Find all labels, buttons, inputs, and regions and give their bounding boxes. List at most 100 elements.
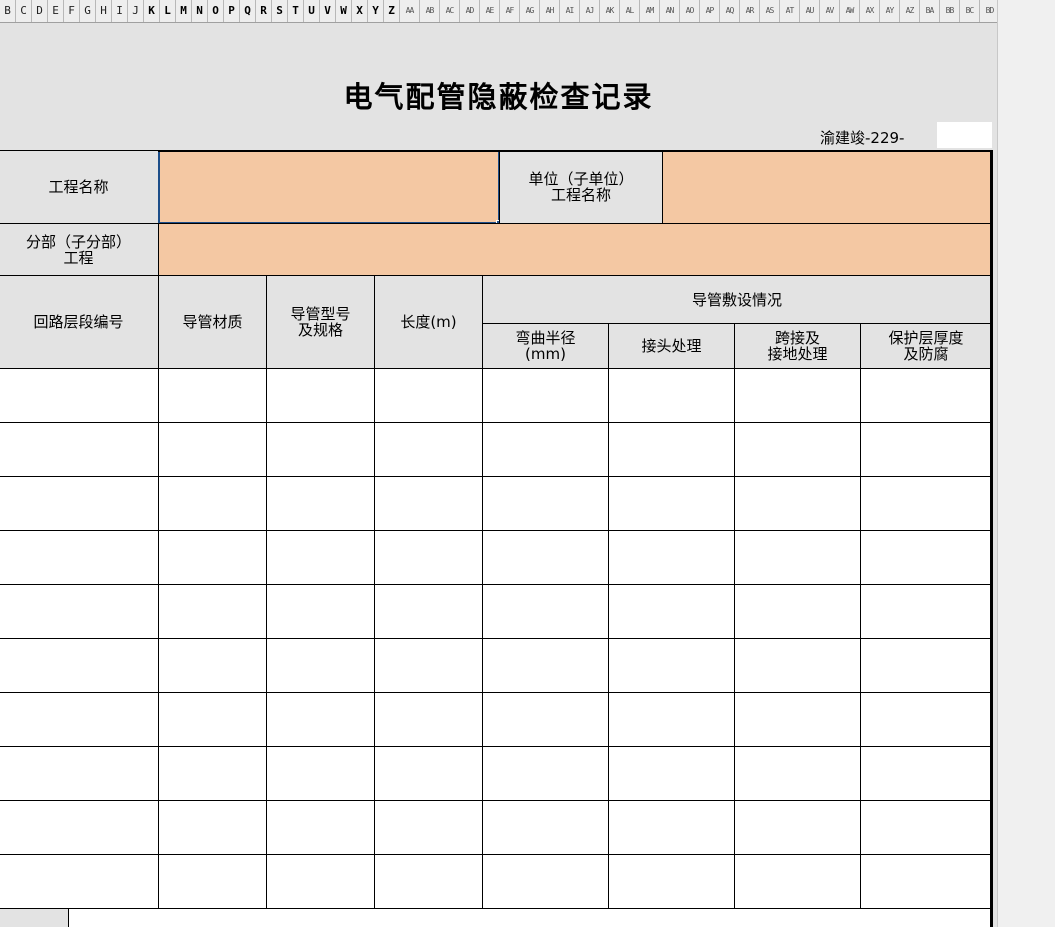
column-header-bd[interactable]: BD: [980, 0, 997, 22]
signature-cell[interactable]: [68, 908, 992, 927]
table-cell[interactable]: [482, 854, 609, 909]
column-header-k[interactable]: K: [144, 0, 160, 22]
column-header-u[interactable]: U: [304, 0, 320, 22]
table-cell[interactable]: [734, 692, 861, 747]
table-cell[interactable]: [0, 584, 159, 639]
table-cell[interactable]: [374, 476, 483, 531]
table-cell[interactable]: [608, 638, 735, 693]
column-header-aw[interactable]: AW: [840, 0, 860, 22]
table-cell[interactable]: [158, 584, 267, 639]
column-header-n[interactable]: N: [192, 0, 208, 22]
table-cell[interactable]: [860, 476, 992, 531]
column-header-c[interactable]: C: [16, 0, 32, 22]
table-cell[interactable]: [734, 854, 861, 909]
column-header-ag[interactable]: AG: [520, 0, 540, 22]
table-cell[interactable]: [158, 800, 267, 855]
table-cell[interactable]: [482, 368, 609, 423]
table-cell[interactable]: [734, 584, 861, 639]
table-cell[interactable]: [734, 530, 861, 585]
table-cell[interactable]: [608, 476, 735, 531]
column-header-f[interactable]: F: [64, 0, 80, 22]
table-cell[interactable]: [266, 638, 375, 693]
table-cell[interactable]: [482, 800, 609, 855]
table-cell[interactable]: [158, 422, 267, 477]
column-header-q[interactable]: Q: [240, 0, 256, 22]
table-cell[interactable]: [734, 800, 861, 855]
table-cell[interactable]: [482, 746, 609, 801]
column-header-v[interactable]: V: [320, 0, 336, 22]
table-cell[interactable]: [608, 584, 735, 639]
table-cell[interactable]: [860, 800, 992, 855]
table-cell[interactable]: [734, 476, 861, 531]
column-header-z[interactable]: Z: [384, 0, 400, 22]
table-cell[interactable]: [266, 692, 375, 747]
unit-project-input[interactable]: [662, 150, 992, 224]
table-cell[interactable]: [266, 476, 375, 531]
column-header-ao[interactable]: AO: [680, 0, 700, 22]
column-header-l[interactable]: L: [160, 0, 176, 22]
column-header-p[interactable]: P: [224, 0, 240, 22]
table-cell[interactable]: [734, 638, 861, 693]
column-header-e[interactable]: E: [48, 0, 64, 22]
column-header-w[interactable]: W: [336, 0, 352, 22]
table-cell[interactable]: [158, 368, 267, 423]
table-cell[interactable]: [0, 854, 159, 909]
table-cell[interactable]: [608, 746, 735, 801]
column-header-s[interactable]: S: [272, 0, 288, 22]
table-cell[interactable]: [158, 530, 267, 585]
column-header-aj[interactable]: AJ: [580, 0, 600, 22]
column-header-h[interactable]: H: [96, 0, 112, 22]
table-cell[interactable]: [482, 584, 609, 639]
table-cell[interactable]: [0, 530, 159, 585]
column-header-ad[interactable]: AD: [460, 0, 480, 22]
table-cell[interactable]: [0, 422, 159, 477]
table-cell[interactable]: [374, 368, 483, 423]
column-header-x[interactable]: X: [352, 0, 368, 22]
table-cell[interactable]: [266, 368, 375, 423]
table-cell[interactable]: [374, 530, 483, 585]
column-header-t[interactable]: T: [288, 0, 304, 22]
table-cell[interactable]: [860, 422, 992, 477]
table-cell[interactable]: [608, 800, 735, 855]
table-cell[interactable]: [482, 476, 609, 531]
table-cell[interactable]: [374, 800, 483, 855]
table-cell[interactable]: [860, 368, 992, 423]
column-header-j[interactable]: J: [128, 0, 144, 22]
column-header-au[interactable]: AU: [800, 0, 820, 22]
column-header-as[interactable]: AS: [760, 0, 780, 22]
column-header-ab[interactable]: AB: [420, 0, 440, 22]
table-cell[interactable]: [0, 800, 159, 855]
table-cell[interactable]: [0, 746, 159, 801]
column-header-an[interactable]: AN: [660, 0, 680, 22]
column-header-m[interactable]: M: [176, 0, 192, 22]
table-cell[interactable]: [608, 368, 735, 423]
table-cell[interactable]: [266, 584, 375, 639]
division-input[interactable]: [158, 223, 992, 276]
table-cell[interactable]: [860, 746, 992, 801]
spreadsheet-sheet[interactable]: B C D E F G H I J K L M N O P Q R S T U V W X Y Z AA AB AC AD AE AF AG A…: [0, 0, 997, 927]
column-header-ai[interactable]: AI: [560, 0, 580, 22]
column-header-al[interactable]: AL: [620, 0, 640, 22]
column-header-ac[interactable]: AC: [440, 0, 460, 22]
table-cell[interactable]: [158, 692, 267, 747]
column-header-d[interactable]: D: [32, 0, 48, 22]
column-header-g[interactable]: G: [80, 0, 96, 22]
table-cell[interactable]: [158, 854, 267, 909]
table-cell[interactable]: [860, 530, 992, 585]
column-header-bb[interactable]: BB: [940, 0, 960, 22]
table-cell[interactable]: [0, 638, 159, 693]
table-cell[interactable]: [734, 746, 861, 801]
column-header-ah[interactable]: AH: [540, 0, 560, 22]
table-cell[interactable]: [608, 692, 735, 747]
table-cell[interactable]: [608, 854, 735, 909]
table-cell[interactable]: [608, 422, 735, 477]
table-cell[interactable]: [266, 530, 375, 585]
table-cell[interactable]: [374, 584, 483, 639]
table-cell[interactable]: [482, 422, 609, 477]
table-cell[interactable]: [482, 692, 609, 747]
column-header-bc[interactable]: BC: [960, 0, 980, 22]
table-cell[interactable]: [860, 584, 992, 639]
table-cell[interactable]: [158, 746, 267, 801]
document-number-input[interactable]: [937, 122, 992, 148]
column-header-o[interactable]: O: [208, 0, 224, 22]
